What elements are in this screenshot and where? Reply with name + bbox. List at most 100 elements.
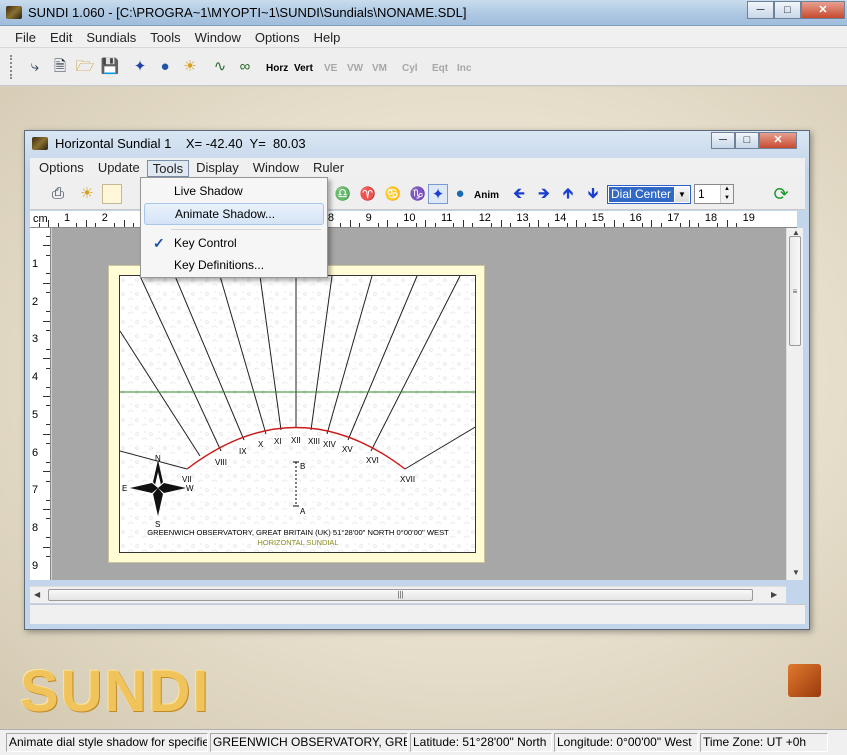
hour-label: VII xyxy=(182,475,192,484)
hour-label: XV xyxy=(342,445,353,454)
ruler-h-number: 12 xyxy=(478,212,491,224)
hour-label: XVII xyxy=(400,475,415,484)
ruler-tick xyxy=(46,235,50,237)
child-menu-bar: Options Update Tools Display Window Rule… xyxy=(30,158,805,178)
zodiac-cancer-icon[interactable]: ♋ xyxy=(383,184,403,204)
spinner-arrows-icon[interactable]: ▲ ▼ xyxy=(720,185,733,203)
menu-item-key-definitions[interactable]: Key Definitions... xyxy=(144,254,324,276)
sun-color-icon[interactable]: ☀ xyxy=(77,184,97,204)
child-menu-ruler[interactable]: Ruler xyxy=(306,160,351,177)
ruler-tick xyxy=(46,443,50,444)
vw-button[interactable]: VW xyxy=(347,63,363,74)
menu-item-live-shadow[interactable]: Live Shadow xyxy=(144,180,324,202)
arrow-up-icon[interactable]: 🡹 xyxy=(558,184,578,204)
child-window-icon[interactable] xyxy=(32,137,48,150)
vertical-ruler[interactable]: 1 2 3 4 5 6 7 8 9 xyxy=(30,228,51,580)
ruler-tick xyxy=(651,220,653,227)
scroll-right-icon[interactable]: ▶ xyxy=(771,590,777,599)
child-maximize-button[interactable]: □ xyxy=(735,132,759,149)
arrow-down-icon[interactable]: 🡻 xyxy=(583,184,603,204)
ve-button[interactable]: VE xyxy=(324,63,337,74)
menu-help[interactable]: Help xyxy=(307,30,348,45)
save-icon[interactable]: 💾 xyxy=(100,57,120,77)
close-button[interactable]: ✕ xyxy=(801,1,845,19)
analemma-icon[interactable]: ∞ xyxy=(235,57,255,77)
child-menu-window[interactable]: Window xyxy=(246,160,306,177)
menu-file[interactable]: File xyxy=(8,30,43,45)
sundi-logo-text: SUNDI xyxy=(20,659,211,724)
ruler-tick xyxy=(46,254,50,256)
sun-icon[interactable]: ☀ xyxy=(180,57,200,77)
ruler-v-number: 1 xyxy=(32,258,39,270)
vertical-scrollbar[interactable]: ▲ ≡ ▼ xyxy=(786,228,803,580)
child-menu-display[interactable]: Display xyxy=(189,160,246,177)
ruler-tick xyxy=(43,320,50,322)
menu-window[interactable]: Window xyxy=(188,30,248,45)
toolbar-grip[interactable] xyxy=(10,55,14,79)
ruler-tick xyxy=(43,433,50,435)
menu-item-key-control[interactable]: ✓ Key Control xyxy=(144,232,324,254)
new-file-icon[interactable]: 🗎 xyxy=(50,57,70,77)
zodiac-aries-icon[interactable]: ♈ xyxy=(358,184,378,204)
zodiac-libra-icon[interactable]: ♎ xyxy=(333,184,353,204)
wave-graph-icon[interactable]: ∿ xyxy=(210,57,230,77)
hour-label: XIII xyxy=(308,437,320,446)
hour-label: XII xyxy=(291,436,301,445)
horz-button[interactable]: Horz xyxy=(266,63,288,74)
ruler-h-number: 14 xyxy=(554,212,567,224)
hour-label: X xyxy=(258,440,264,449)
gnomon-a-label: A xyxy=(300,507,306,516)
child-menu-tools[interactable]: Tools xyxy=(146,160,190,177)
arrow-right-icon[interactable]: 🡺 xyxy=(534,184,554,204)
child-close-button[interactable]: ✕ xyxy=(759,132,797,149)
child-menu-update[interactable]: Update xyxy=(91,160,147,177)
vertical-scroll-thumb[interactable]: ≡ xyxy=(789,236,801,346)
print-icon[interactable]: ⎙ xyxy=(48,184,68,204)
maximize-button[interactable]: □ xyxy=(774,1,801,19)
child-menu-options[interactable]: Options xyxy=(32,160,91,177)
scroll-down-icon[interactable]: ▼ xyxy=(792,568,800,577)
minimize-button[interactable]: ─ xyxy=(747,1,774,19)
move-target-dropdown[interactable]: Dial Center ▼ xyxy=(607,185,691,204)
vm-button[interactable]: VM xyxy=(372,63,387,74)
chevron-down-icon[interactable]: ▼ xyxy=(675,187,689,202)
sundi-app-icon[interactable] xyxy=(6,6,22,19)
horizontal-scrollbar[interactable]: ◀ ||| ▶ xyxy=(30,586,786,603)
open-folder-icon[interactable]: 🗁 xyxy=(75,57,95,77)
menu-tools[interactable]: Tools xyxy=(143,30,187,45)
arrow-left-icon[interactable]: 🡸 xyxy=(509,184,529,204)
inc-button[interactable]: Inc xyxy=(457,63,471,74)
ruler-h-number: 16 xyxy=(629,212,642,224)
paper-color-icon[interactable] xyxy=(102,184,122,204)
menu-edit[interactable]: Edit xyxy=(43,30,79,45)
vert-button[interactable]: Vert xyxy=(294,63,313,74)
ruler-tick xyxy=(46,424,50,426)
ruler-tick xyxy=(538,220,540,227)
scroll-left-icon[interactable]: ◀ xyxy=(34,590,40,599)
gnomon-b-label: B xyxy=(300,462,305,471)
dial-canvas[interactable]: VII VIII IX X XI XII XIII XIV XV XVI XVI… xyxy=(52,228,797,580)
anim-button[interactable]: Anim xyxy=(474,190,499,201)
child-window-title: Horizontal Sundial 1 xyxy=(55,136,172,151)
child-minimize-button[interactable]: ─ xyxy=(711,132,735,149)
cyl-button[interactable]: Cyl xyxy=(402,63,418,74)
zodiac-capricorn-icon[interactable]: ♑ xyxy=(408,184,428,204)
ruler-tick xyxy=(46,367,50,369)
app-title-bar[interactable]: SUNDI 1.060 - [C:\PROGRA~1\MYOPTI~1\SUND… xyxy=(0,0,847,26)
compass-star-icon[interactable]: ✦ xyxy=(428,184,448,204)
earth-icon[interactable]: ● xyxy=(450,184,470,204)
horizontal-scroll-thumb[interactable]: ||| xyxy=(48,589,753,601)
menu-sundials[interactable]: Sundials xyxy=(79,30,143,45)
ruler-tick xyxy=(43,358,50,360)
tools-dropdown-menu: Live Shadow Animate Shadow... ✓ Key Cont… xyxy=(140,177,328,278)
globe-icon[interactable]: ● xyxy=(155,57,175,77)
wand-icon[interactable]: ✦ xyxy=(130,57,150,77)
menu-options[interactable]: Options xyxy=(248,30,307,45)
open-arrow-icon[interactable]: ⤷ xyxy=(25,57,45,77)
hour-label: XIV xyxy=(323,440,337,449)
refresh-icon[interactable]: ⟳ xyxy=(771,184,791,204)
step-spinner[interactable]: 1 ▲ ▼ xyxy=(694,184,734,204)
eqt-button[interactable]: Eqt xyxy=(432,63,448,74)
menu-separator xyxy=(171,229,321,230)
menu-item-animate-shadow[interactable]: Animate Shadow... xyxy=(144,203,324,225)
